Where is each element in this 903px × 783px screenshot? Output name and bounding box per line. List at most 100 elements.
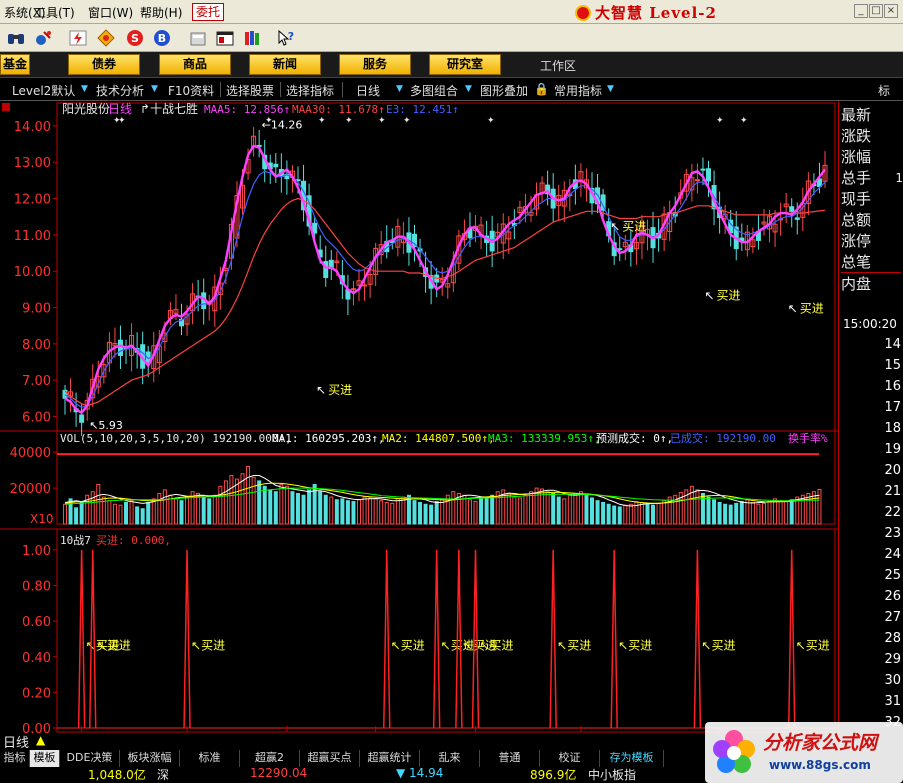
fn-select-indicator[interactable]: 选择指标 <box>286 82 334 99</box>
sig-tick-label: 0.40 <box>22 651 51 666</box>
dropdown-arrow-icon[interactable]: ▼ <box>395 82 404 96</box>
buy-icon[interactable]: B <box>152 28 172 48</box>
nav-commodity[interactable]: 商品 <box>159 54 231 75</box>
brand-title: 大智慧 Level-2 <box>575 2 717 23</box>
signal-title: 10战7 <box>60 534 91 547</box>
quote-trades-label: 总笔 <box>841 253 872 271</box>
fn-select-stock[interactable]: 选择股票 <box>226 82 274 99</box>
tick-row-number: 31 <box>884 694 901 709</box>
calculator-icon[interactable] <box>188 28 208 48</box>
tick-row-number: 24 <box>884 547 901 562</box>
vol-ma1-line <box>64 475 820 507</box>
vol-bar <box>528 491 533 525</box>
dropdown-arrow-icon[interactable]: ▼ <box>606 82 615 96</box>
vol-bar <box>556 496 561 525</box>
sz-change: ▼ 14.94 <box>396 766 444 780</box>
vol-bar <box>262 485 267 525</box>
quote-volume-value: 1 <box>895 171 903 185</box>
dropdown-arrow-icon[interactable]: ▼ <box>150 82 159 96</box>
nav-news[interactable]: 新闻 <box>249 54 321 75</box>
tab-dde[interactable]: DDE决策 <box>60 750 120 767</box>
tab-verify[interactable]: 校证 <box>540 750 600 767</box>
vol-bar <box>168 494 173 525</box>
vol-bar <box>351 501 356 525</box>
vol-bar <box>373 498 378 525</box>
nav-bar: 基金 债券 商品 新闻 服务 研究室 工作区 <box>0 52 903 78</box>
vol-bar <box>124 501 129 525</box>
restore-icon[interactable]: □ <box>869 4 883 18</box>
separator <box>342 82 343 97</box>
tab-chaoying-stat[interactable]: 超赢统计 <box>360 750 420 767</box>
tab-normal[interactable]: 普通 <box>480 750 540 767</box>
tab-save-template[interactable]: 存为模板 <box>600 750 664 767</box>
vol-bar <box>74 507 79 525</box>
sig-tick-label: 1.00 <box>22 544 51 559</box>
minimize-icon[interactable]: _ <box>854 4 868 18</box>
lock-icon[interactable]: 🔒 <box>534 82 549 96</box>
help-cursor-icon[interactable]: ? <box>276 28 296 48</box>
vol-bar <box>185 496 190 525</box>
fn-f10[interactable]: F10资料 <box>168 82 214 99</box>
svg-text:?: ? <box>288 30 294 43</box>
fn-daily[interactable]: 日线 <box>356 82 380 99</box>
event-marker: ✦ <box>345 116 353 126</box>
delegate-button[interactable]: 委托 <box>192 3 224 21</box>
tab-chaoying-buy[interactable]: 超赢买点 <box>300 750 360 767</box>
vol-bar <box>223 480 228 525</box>
tab-chaoying2[interactable]: 超赢2 <box>240 750 300 767</box>
tab-template[interactable]: 模板 <box>30 750 60 767</box>
binoculars-icon[interactable] <box>6 28 26 48</box>
menu-tools[interactable]: 工具(T) <box>34 4 75 21</box>
vol-bar <box>767 501 772 525</box>
sz-index: 12290.04 <box>250 766 308 780</box>
dropdown-arrow-icon[interactable]: ▼ <box>464 82 473 96</box>
y-tick-label: 8.00 <box>22 338 51 353</box>
nav-fund[interactable]: 基金 <box>0 54 30 75</box>
vol-bar <box>135 506 140 525</box>
tab-luanlai[interactable]: 乱来 <box>420 750 480 767</box>
period-label[interactable]: 日线 <box>3 732 29 751</box>
tab-sector[interactable]: 板块涨幅 <box>120 750 180 767</box>
period-arrow-icon[interactable]: ▲ <box>36 733 45 747</box>
vol-bar <box>712 499 717 525</box>
tick-row-number: 15 <box>884 358 901 373</box>
fn-level2-default[interactable]: Level2默认 <box>12 82 75 99</box>
nav-service[interactable]: 服务 <box>339 54 411 75</box>
signal-buy-label: ↖买进 <box>557 639 591 653</box>
vol-bar <box>118 504 123 525</box>
kline-chart[interactable]: 6.00 7.00 8.00 9.00 10.00 11.00 12.00 13.00 14.0… <box>0 101 838 733</box>
tab-standard[interactable]: 标准 <box>180 750 240 767</box>
lightning-icon[interactable] <box>68 28 88 48</box>
fn-overlay[interactable]: 图形叠加 <box>480 82 528 99</box>
brand-logo-icon <box>575 5 591 21</box>
dropdown-arrow-icon[interactable]: ▼ <box>80 82 89 96</box>
vol-bar <box>146 501 151 525</box>
fn-right-label[interactable]: 标 <box>878 82 890 99</box>
tab-indicator[interactable]: 指标 <box>0 750 30 767</box>
tick-row-number: 28 <box>884 631 901 646</box>
menu-window[interactable]: 窗口(W) <box>88 4 133 21</box>
books-icon[interactable] <box>242 28 262 48</box>
fn-multi-chart[interactable]: 多图组合 <box>410 82 458 99</box>
sell-icon[interactable]: S <box>125 28 145 48</box>
vol-bar <box>273 491 278 525</box>
workspace-label[interactable]: 工作区 <box>540 57 576 74</box>
vol-bar <box>717 501 722 525</box>
diamond-icon[interactable] <box>96 28 116 48</box>
window-icon[interactable] <box>215 28 235 48</box>
nav-research[interactable]: 研究室 <box>429 54 501 75</box>
vol-bar <box>584 494 589 525</box>
vol-bar <box>434 501 439 525</box>
vol-bar <box>617 506 622 525</box>
fn-common-indicators[interactable]: 常用指标 <box>554 82 602 99</box>
sig-tick-label: 0.80 <box>22 580 51 595</box>
vol-bar <box>756 503 761 525</box>
satellite-icon[interactable] <box>33 28 53 48</box>
menu-help[interactable]: 帮助(H) <box>140 4 182 21</box>
vol-bar <box>656 502 661 525</box>
vol-bar <box>201 496 206 525</box>
nav-bond[interactable]: 债券 <box>68 54 140 75</box>
fn-technical[interactable]: 技术分析 <box>96 82 144 99</box>
close-icon[interactable]: × <box>884 4 898 18</box>
vol-title: VOL(5,10,20,3,5,10,20) 192190.000↑, <box>60 432 292 445</box>
